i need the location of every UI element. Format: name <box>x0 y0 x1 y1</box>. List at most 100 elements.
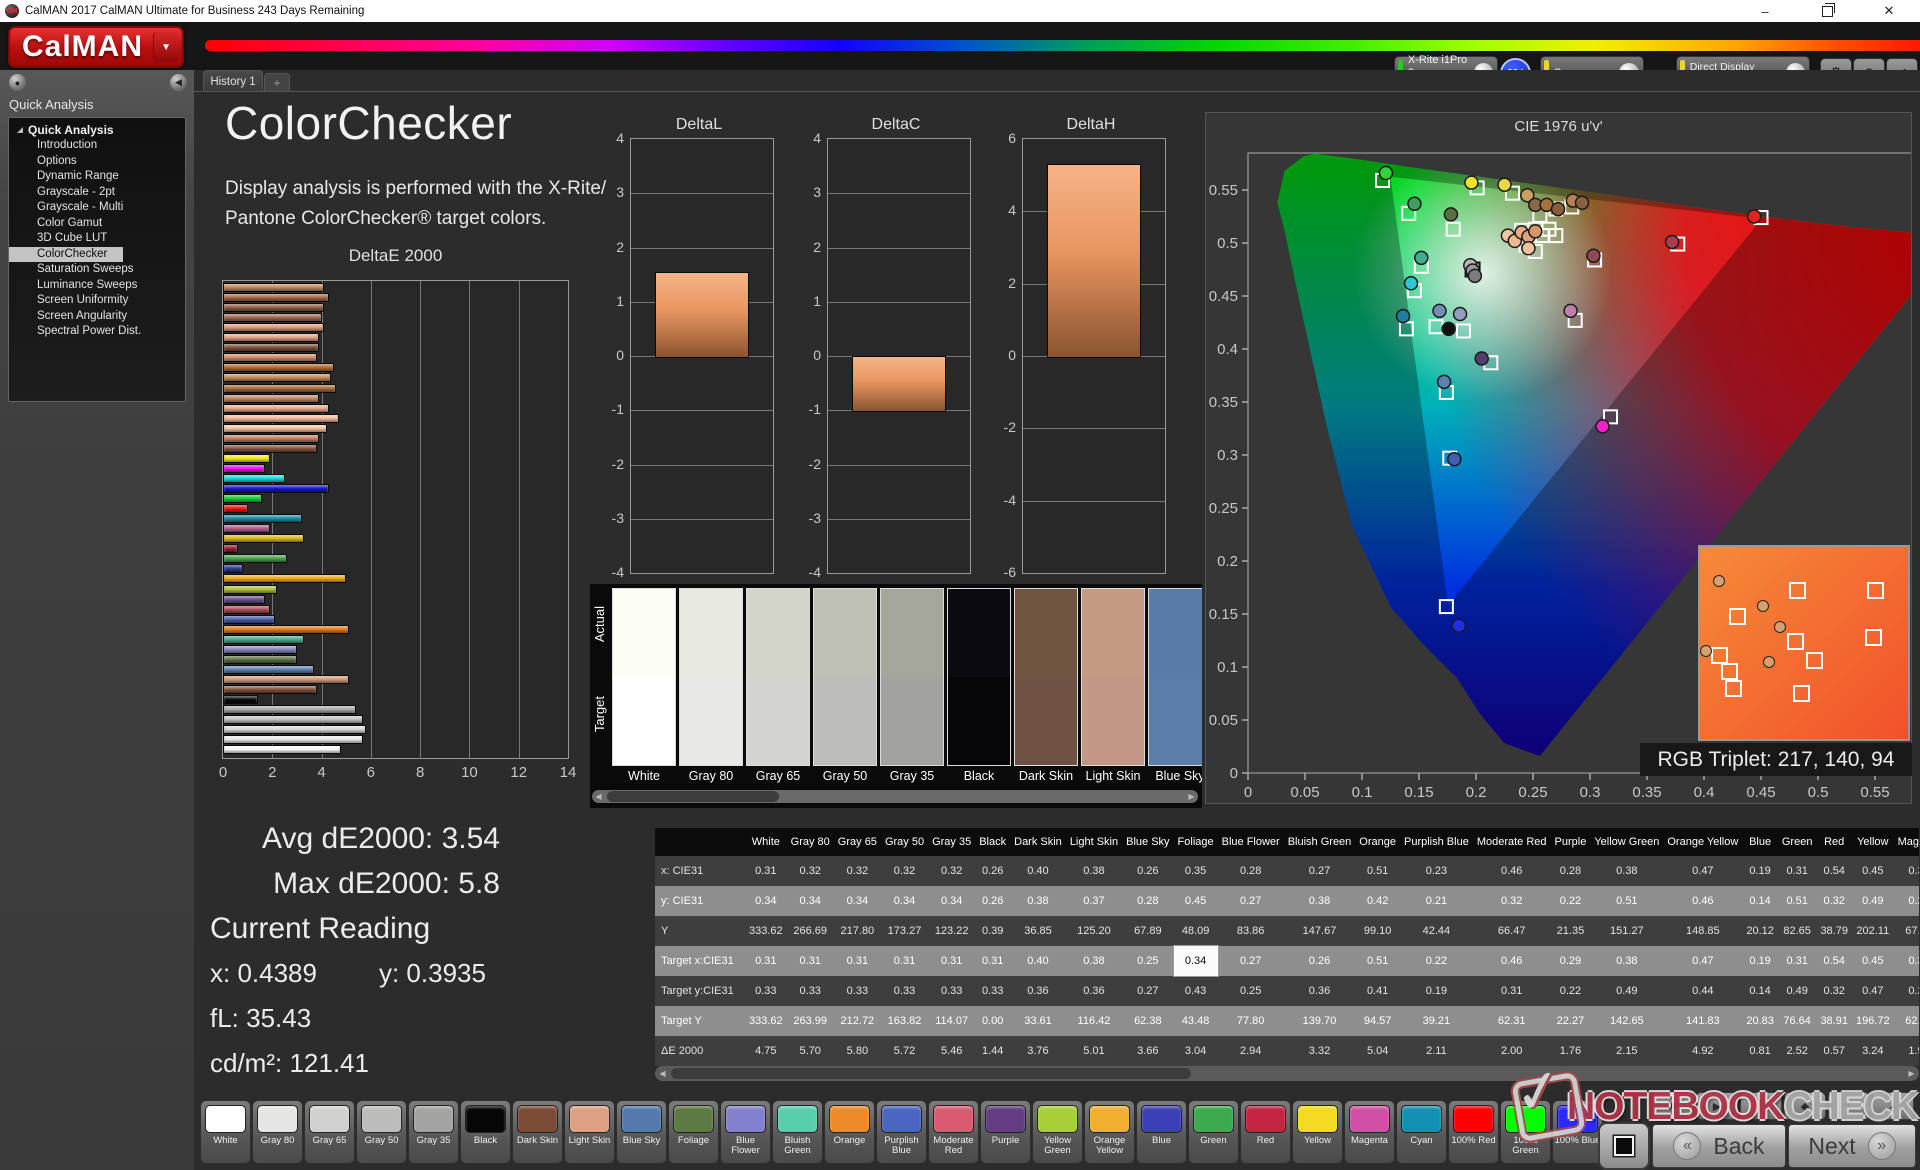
table-cell[interactable]: 0.38 <box>1283 886 1356 916</box>
table-cell[interactable]: 20.83 <box>1742 1006 1778 1036</box>
patch-button-yellow-green[interactable]: Yellow Green <box>1032 1100 1083 1164</box>
table-cell[interactable]: 0.14 <box>1742 976 1778 1006</box>
table-cell[interactable]: 0.31 <box>928 946 976 976</box>
table-cell[interactable]: 142.65 <box>1590 1006 1664 1036</box>
column-header[interactable]: Gray 80 <box>786 828 834 856</box>
column-header[interactable]: Orange Yellow <box>1663 828 1743 856</box>
patch-button-orange[interactable]: Orange <box>824 1100 875 1164</box>
table-cell[interactable]: 21.35 <box>1550 916 1591 946</box>
table-cell[interactable]: 0.31 <box>786 946 834 976</box>
table-cell[interactable]: 0.34 <box>786 886 834 916</box>
table-cell[interactable]: 0.32 <box>833 856 881 886</box>
table-cell[interactable]: 0.51 <box>1777 886 1817 916</box>
table-cell[interactable]: 0.26 <box>1893 886 1919 916</box>
table-cell[interactable]: 0.32 <box>786 856 834 886</box>
table-cell[interactable]: 0.27 <box>1217 886 1284 916</box>
patch-button-cyan[interactable]: Cyan <box>1396 1100 1447 1164</box>
table-cell[interactable]: 42.44 <box>1400 916 1473 946</box>
table-cell[interactable]: 3.32 <box>1283 1036 1356 1066</box>
patch-button-blue-sky[interactable]: Blue Sky <box>616 1100 667 1164</box>
sidebar-item-3d-cube-lut[interactable]: 3D Cube LUT <box>9 231 185 247</box>
table-cell[interactable]: 0.47 <box>1851 976 1894 1006</box>
column-header[interactable]: Magenta <box>1893 828 1919 856</box>
table-cell[interactable]: 76.64 <box>1777 1006 1817 1036</box>
table-cell[interactable]: 62.31 <box>1472 1006 1551 1036</box>
patch-button-foliage[interactable]: Foliage <box>668 1100 719 1164</box>
table-cell[interactable]: 0.26 <box>975 886 1011 916</box>
patch-button-green[interactable]: Green <box>1188 1100 1239 1164</box>
table-cell[interactable]: 0.34 <box>1172 945 1219 977</box>
table-cell[interactable]: 2.11 <box>1400 1036 1473 1066</box>
table-cell[interactable]: 5.46 <box>928 1036 976 1066</box>
transport-button-4[interactable]: ◆ <box>1784 1092 1826 1120</box>
table-cell[interactable]: 62.38 <box>1122 1006 1174 1036</box>
table-cell[interactable]: 0.34 <box>928 886 976 916</box>
table-cell[interactable]: 333.62 <box>745 1006 787 1036</box>
table-cell[interactable]: 0.33 <box>880 976 929 1006</box>
table-cell[interactable]: 125.20 <box>1065 916 1123 946</box>
table-cell[interactable]: 0.36 <box>1065 976 1123 1006</box>
next-button[interactable]: Next » <box>1788 1124 1916 1168</box>
patch-button-purple[interactable]: Purple <box>980 1100 1031 1164</box>
table-cell[interactable]: 0.46 <box>1663 886 1743 916</box>
patch-button-bluish-green[interactable]: Bluish Green <box>772 1100 823 1164</box>
column-header[interactable]: Black <box>975 828 1011 856</box>
table-cell[interactable]: 0.37 <box>1893 946 1919 976</box>
table-cell[interactable]: 0.29 <box>1550 946 1591 976</box>
calman-logo-button[interactable]: CalMAN ▼ <box>8 26 185 68</box>
sidebar-root-node[interactable]: Quick Analysis <box>9 122 185 138</box>
table-cell[interactable]: 0.32 <box>1472 886 1551 916</box>
table-cell[interactable]: 0.38 <box>1590 856 1664 886</box>
table-cell[interactable]: 0.45 <box>1851 946 1894 976</box>
transport-button-5[interactable]: ● <box>1828 1092 1870 1120</box>
patch-button-yellow[interactable]: Yellow <box>1292 1100 1343 1164</box>
column-header[interactable]: Blue Sky <box>1122 828 1174 856</box>
table-cell[interactable]: 0.32 <box>880 856 929 886</box>
table-cell[interactable]: 0.47 <box>1663 946 1743 976</box>
sidebar-collapse-button[interactable]: ◀ <box>170 74 187 91</box>
sidebar-item-screen-uniformity[interactable]: Screen Uniformity <box>9 293 185 309</box>
scroll-right-icon[interactable]: ▶ <box>1185 790 1198 803</box>
table-cell[interactable]: 5.70 <box>786 1036 834 1066</box>
table-scroll-right-icon[interactable]: ▶ <box>1905 1067 1918 1080</box>
table-cell[interactable]: 0.31 <box>1472 976 1551 1006</box>
patch-button-white[interactable]: White <box>200 1100 251 1164</box>
column-header[interactable]: Moderate Red <box>1472 828 1551 856</box>
table-cell[interactable]: 94.57 <box>1355 1006 1400 1036</box>
sidebar-item-spectral-power-dist-[interactable]: Spectral Power Dist. <box>9 324 185 340</box>
table-cell[interactable]: 0.38 <box>1590 946 1664 976</box>
swatch-scrollbar[interactable]: ◀ ▶ <box>592 790 1198 803</box>
table-cell[interactable]: 163.82 <box>880 1006 929 1036</box>
table-cell[interactable]: 0.38 <box>1065 856 1123 886</box>
patch-button-black[interactable]: Black <box>460 1100 511 1164</box>
table-cell[interactable]: 0.34 <box>880 886 929 916</box>
table-cell[interactable]: 5.04 <box>1355 1036 1400 1066</box>
table-cell[interactable]: 0.33 <box>786 976 834 1006</box>
sidebar-item-luminance-sweeps[interactable]: Luminance Sweeps <box>9 278 185 294</box>
table-cell[interactable]: 0.32 <box>1816 976 1852 1006</box>
add-tab-button[interactable]: + <box>264 73 290 92</box>
sidebar-item-saturation-sweeps[interactable]: Saturation Sweeps <box>9 262 185 278</box>
table-cell[interactable]: 196.72 <box>1851 1006 1894 1036</box>
table-cell[interactable]: 202.11 <box>1851 916 1894 946</box>
column-header[interactable]: Blue Flower <box>1217 828 1284 856</box>
table-cell[interactable]: 0.33 <box>975 976 1011 1006</box>
table-cell[interactable]: 36.85 <box>1010 916 1066 946</box>
table-cell[interactable]: 139.70 <box>1283 1006 1356 1036</box>
patch-button-purplish-blue[interactable]: Purplish Blue <box>876 1100 927 1164</box>
patch-button-moderate-red[interactable]: Moderate Red <box>928 1100 979 1164</box>
column-header[interactable]: Gray 65 <box>833 828 881 856</box>
table-cell[interactable]: 0.44 <box>1663 976 1743 1006</box>
table-cell[interactable]: 0.45 <box>1851 856 1894 886</box>
table-cell[interactable]: 4.92 <box>1663 1036 1743 1066</box>
table-cell[interactable]: 5.80 <box>833 1036 881 1066</box>
table-cell[interactable]: 0.27 <box>1283 856 1356 886</box>
transport-button-3[interactable]: ▌ <box>1740 1092 1782 1120</box>
restore-button[interactable] <box>1796 0 1858 22</box>
table-cell[interactable]: 20.12 <box>1742 916 1778 946</box>
table-cell[interactable]: 217.80 <box>833 916 881 946</box>
table-cell[interactable]: 38.91 <box>1816 1006 1852 1036</box>
table-cell[interactable]: 38.79 <box>1816 916 1852 946</box>
table-cell[interactable]: 0.35 <box>1173 856 1218 886</box>
table-cell[interactable]: 0.34 <box>745 886 787 916</box>
